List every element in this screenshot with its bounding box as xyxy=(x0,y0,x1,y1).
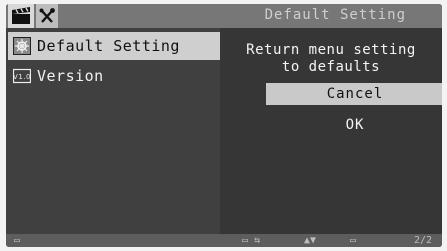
version-icon-text: V1.0 xyxy=(13,73,31,81)
dialog-message-line: to defaults xyxy=(281,59,381,75)
settings-menu: Default Setting V1.0 Version xyxy=(6,28,220,234)
version-v1-icon: V1.0 xyxy=(13,68,31,84)
header-bar: Default Setting xyxy=(6,4,442,28)
status-bar: ▭ ▭ ⇆ ▲▼ ▭ 2/2 xyxy=(6,234,442,247)
reset-settings-icon xyxy=(13,37,31,55)
camera-menu-screen: Default Setting Default Setting V1.0 Ver… xyxy=(6,4,442,247)
page-title: Default Setting xyxy=(264,7,406,23)
menu-item-default-setting[interactable]: Default Setting xyxy=(8,32,220,60)
mode-return-icon: ▭ ⇆ xyxy=(242,235,261,246)
tab-movie[interactable] xyxy=(8,4,34,28)
wrench-tools-icon xyxy=(39,8,55,23)
dialog-message-line: Return menu setting xyxy=(246,42,416,58)
dialog-message: Return menu setting to defaults xyxy=(220,42,442,76)
tab-settings[interactable] xyxy=(36,4,58,28)
up-down-arrows-icon: ▲▼ xyxy=(304,235,317,246)
default-setting-dialog: Return menu setting to defaults Cancel O… xyxy=(220,28,442,234)
movie-clapper-icon xyxy=(12,7,30,24)
ok-button[interactable]: OK xyxy=(266,114,442,136)
menu-item-version[interactable]: V1.0 Version xyxy=(8,62,220,90)
cancel-button[interactable]: Cancel xyxy=(266,83,442,105)
sd-card-icon: ▭ xyxy=(14,235,21,246)
menu-item-label: Version xyxy=(37,67,104,85)
menu-item-label: Default Setting xyxy=(37,37,180,55)
menu-button-icon: ▭ xyxy=(350,235,357,246)
page-indicator: 2/2 xyxy=(413,235,432,246)
